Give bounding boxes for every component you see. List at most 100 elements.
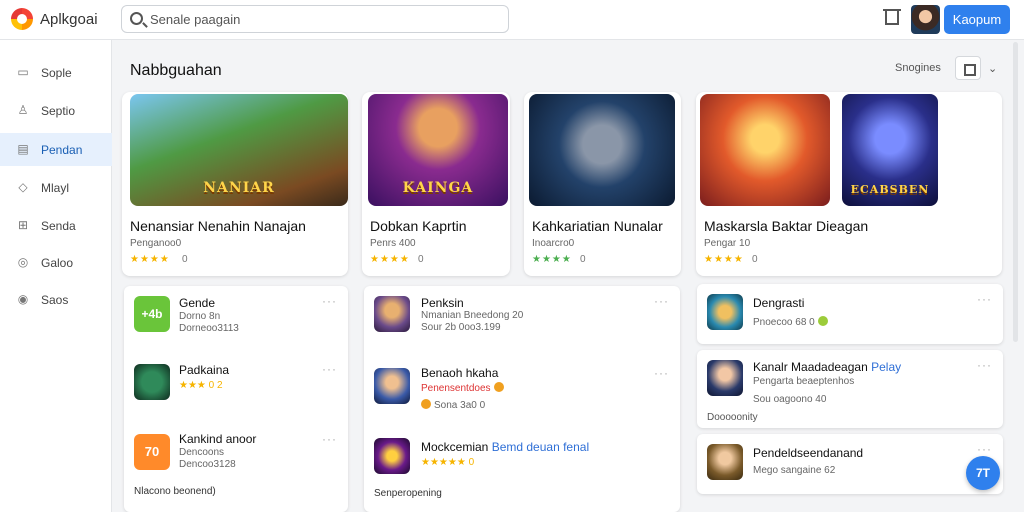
star-rating-icon: ★★★★ bbox=[370, 254, 410, 265]
emoji-icon bbox=[493, 382, 504, 392]
sort-button[interactable] bbox=[955, 56, 981, 80]
game-list-card: Pendeldseendanand Mego sangaine 62 ··· bbox=[697, 434, 1003, 494]
more-icon[interactable]: ··· bbox=[654, 294, 669, 308]
sidebar-item-senda[interactable]: ⊞ Senda bbox=[0, 209, 112, 242]
cover-text: KAINGA bbox=[402, 180, 474, 196]
star-rating-icon: ★★★★ bbox=[704, 254, 744, 265]
app-icon[interactable] bbox=[707, 294, 743, 330]
search-box[interactable] bbox=[121, 5, 509, 33]
game-subtitle: Inoarcro0 bbox=[532, 238, 575, 249]
sidebar-item-label: Septio bbox=[41, 104, 76, 118]
game-subtitle: Penrs 400 bbox=[370, 238, 416, 249]
list-item-title[interactable]: Kankind anoor bbox=[179, 432, 256, 446]
top-bar: Aplkgoai Kaopum bbox=[0, 0, 1024, 40]
trash-icon[interactable] bbox=[883, 9, 901, 25]
app-icon[interactable]: 70 bbox=[134, 434, 170, 470]
list-item-title[interactable]: Pendeldseendanand bbox=[753, 446, 863, 460]
list-item-meta: Dencoo3128 bbox=[179, 459, 236, 470]
list-item-subtitle: Dorno 8n bbox=[179, 311, 221, 322]
more-icon[interactable]: ··· bbox=[322, 294, 337, 308]
app-icon[interactable] bbox=[134, 364, 170, 400]
star-rating-icon: ★★★★ bbox=[532, 254, 572, 265]
app-icon[interactable] bbox=[707, 444, 743, 480]
sidebar-item-label: Senda bbox=[41, 219, 76, 233]
game-subtitle: Pengar 10 bbox=[704, 238, 751, 249]
more-icon[interactable]: ··· bbox=[322, 362, 337, 376]
app-logo-icon[interactable] bbox=[11, 8, 33, 30]
globe-icon: ◎ bbox=[17, 255, 29, 269]
list-item-meta: Dorneoo3113 bbox=[179, 323, 239, 334]
page-title: Nabbguahan bbox=[130, 62, 222, 79]
game-cover-image bbox=[700, 94, 830, 206]
game-title: Dobkan Kaprtin bbox=[370, 218, 467, 234]
game-cover-image-secondary: ECABSBEN bbox=[842, 94, 938, 206]
game-title: Maskarsla Baktar Dieagan bbox=[704, 218, 869, 234]
app-icon[interactable] bbox=[374, 438, 410, 474]
list-item-meta: Sona 3a0 0 bbox=[421, 399, 485, 411]
sidebar-item-septio[interactable]: ♙ Septio bbox=[0, 94, 112, 127]
list-item-title[interactable]: Benaoh hkaha bbox=[421, 366, 498, 380]
game-list-card: Dengrasti Pnoecoo 68 0 ··· bbox=[697, 284, 1003, 344]
app-icon[interactable]: +4b bbox=[134, 296, 170, 332]
more-icon[interactable]: ··· bbox=[977, 442, 992, 456]
list-item-subtitle: Penensentdoes bbox=[421, 382, 504, 394]
list-item-title[interactable]: Mockcemian Bemd deuan fenal bbox=[421, 440, 589, 454]
sidebar-item-mlayl[interactable]: ◇ Mlayl bbox=[0, 171, 112, 204]
game-title: Nenansiar Nenahin Nanajan bbox=[130, 218, 306, 234]
search-icon bbox=[130, 12, 143, 25]
list-item-subtitle: ★★★★★ 0 bbox=[421, 457, 475, 468]
list-item-title[interactable]: Gende bbox=[179, 296, 215, 310]
cover-text: ECABSBEN bbox=[850, 183, 930, 196]
list-footer: Nlacono beonend) bbox=[134, 486, 216, 497]
list-footer: Senperopening bbox=[374, 488, 442, 499]
game-list-card: Penksin Nmanian Bneedong 20 Sour 2b 0oo3… bbox=[364, 286, 680, 512]
game-cover-image bbox=[529, 94, 675, 206]
list-item-title[interactable]: Padkaina bbox=[179, 363, 229, 377]
more-icon[interactable]: ··· bbox=[977, 292, 992, 306]
featured-card[interactable]: Kahkariatian Nunalar Inoarcro0 ★★★★ 0 bbox=[524, 92, 681, 276]
list-item-title[interactable]: Penksin bbox=[421, 296, 464, 310]
game-cover-image: KAINGA bbox=[368, 94, 508, 206]
featured-card[interactable]: ECABSBEN Maskarsla Baktar Dieagan Pengar… bbox=[696, 92, 1002, 276]
tag-icon: ◇ bbox=[18, 180, 28, 194]
list-item-meta: Sour 2b 0oo3.199 bbox=[421, 322, 501, 333]
list-item-subtitle: Mego sangaine 62 bbox=[753, 465, 836, 476]
more-icon[interactable]: ··· bbox=[654, 366, 669, 380]
sidebar-item-label: Pendan bbox=[41, 143, 83, 157]
avatar[interactable] bbox=[911, 5, 940, 34]
scrollbar[interactable] bbox=[1013, 42, 1018, 342]
list-item-meta: Sou oagoono 40 bbox=[753, 394, 827, 405]
plus-square-icon: ⊞ bbox=[17, 218, 29, 232]
featured-card[interactable]: NANIAR Nenansiar Nenahin Nanajan Pengano… bbox=[122, 92, 348, 276]
game-list-card: +4b Gende Dorno 8n Dorneoo3113 ··· Padka… bbox=[124, 286, 348, 512]
search-input[interactable] bbox=[150, 10, 500, 28]
sidebar-item-galoo[interactable]: ◎ Galoo bbox=[0, 246, 112, 279]
rating-count: 0 bbox=[580, 254, 586, 265]
sort-label[interactable]: Snogines bbox=[895, 62, 941, 74]
cover-text: NANIAR bbox=[203, 180, 275, 196]
more-icon[interactable]: ··· bbox=[977, 358, 992, 372]
list-item-subtitle: Pengarta beaeptenhos bbox=[753, 376, 855, 387]
featured-card[interactable]: KAINGA Dobkan Kaprtin Penrs 400 ★★★★ 0 bbox=[362, 92, 510, 276]
chevron-down-icon[interactable]: ⌄ bbox=[988, 62, 997, 75]
list-footer: Dooooonity bbox=[707, 412, 758, 423]
user-icon: ♙ bbox=[17, 103, 29, 117]
app-icon[interactable] bbox=[707, 360, 743, 396]
sidebar-item-sople[interactable]: ▭ Sople bbox=[0, 56, 112, 89]
list-item-title[interactable]: Dengrasti bbox=[753, 296, 804, 310]
app-icon[interactable] bbox=[374, 368, 410, 404]
floating-action-button[interactable]: 7T bbox=[966, 456, 1000, 490]
sidebar: ▭ Sople ♙ Septio ▤ Pendan ◇ Mlayl ⊞ Send… bbox=[0, 40, 112, 512]
sidebar-item-pendan[interactable]: ▤ Pendan bbox=[0, 133, 112, 166]
grid-icon: ▤ bbox=[17, 142, 29, 156]
list-item-title[interactable]: Kanalr Maadadeagan Pelay bbox=[753, 360, 901, 374]
game-title: Kahkariatian Nunalar bbox=[532, 218, 663, 234]
primary-button[interactable]: Kaopum bbox=[944, 5, 1010, 34]
more-icon[interactable]: ··· bbox=[322, 432, 337, 446]
app-icon[interactable] bbox=[374, 296, 410, 332]
emoji-icon bbox=[421, 399, 431, 409]
star-rating-icon: ★★★★ bbox=[130, 254, 170, 265]
game-subtitle: Penganoo0 bbox=[130, 238, 182, 249]
sidebar-item-label: Mlayl bbox=[41, 181, 70, 195]
sidebar-item-saos[interactable]: ◉ Saos bbox=[0, 283, 112, 316]
